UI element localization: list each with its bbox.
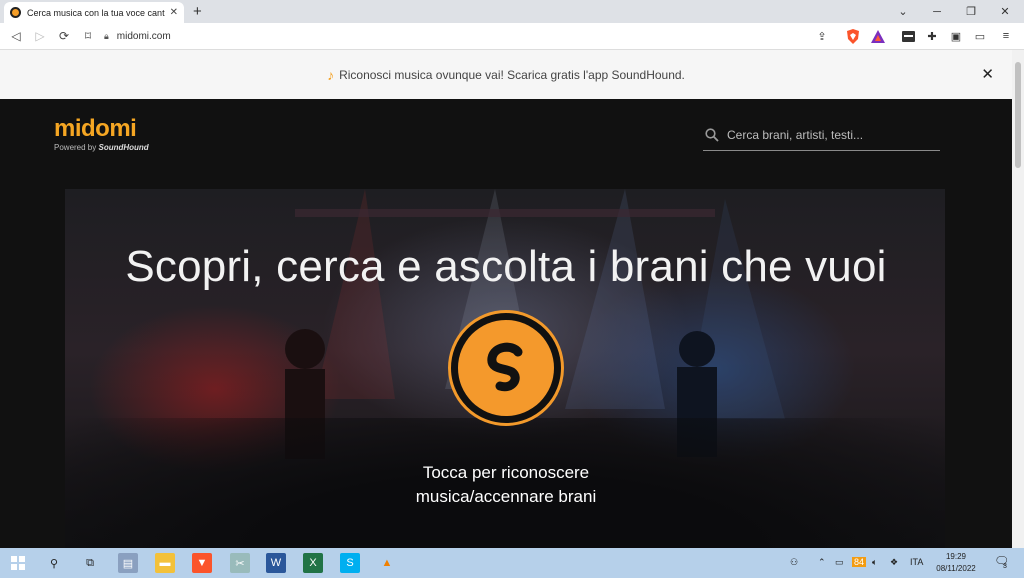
- minimize-button[interactable]: ─: [920, 0, 954, 23]
- new-tab-button[interactable]: +: [193, 3, 202, 20]
- volume-icon[interactable]: 🔈︎: [872, 557, 877, 568]
- soundhound-favicon-icon: [10, 7, 21, 18]
- powered-by: Powered by SoundHound: [54, 143, 149, 152]
- tab-bar: Cerca musica con la tua voce cant ✕ + ⌄ …: [0, 0, 1024, 23]
- start-windows-icon[interactable]: [8, 553, 28, 573]
- banner-close-icon[interactable]: ✕: [981, 65, 994, 83]
- task-view-icon[interactable]: ⧉: [80, 553, 100, 573]
- wallet-icon[interactable]: ▭: [972, 28, 988, 44]
- network-icon[interactable]: ▭: [835, 557, 844, 568]
- notepad-app-icon[interactable]: ▤: [118, 553, 138, 573]
- address-bar[interactable]: 🔒︎ midomi.com: [104, 26, 834, 47]
- clock-time: 19:29: [945, 552, 967, 561]
- menu-icon[interactable]: ≡: [998, 28, 1014, 44]
- windows-taskbar: ⚲ ⧉ ▤ ▬ ▼ ✂ W X S ▲ ⚇ ⌃ ▭ 84 🔈︎ ❖ ITA 19…: [0, 548, 1024, 578]
- search-icon: [705, 127, 719, 142]
- tap-instruction-line2: musica/accennare brani: [415, 487, 597, 506]
- scrollbar-thumb[interactable]: [1015, 62, 1021, 168]
- snipping-tool-icon[interactable]: ✂: [230, 553, 250, 573]
- extensions-puzzle-icon[interactable]: ✚: [924, 28, 940, 44]
- music-note-icon: ♪: [327, 66, 335, 83]
- brave-shield-icon[interactable]: [845, 28, 861, 44]
- powered-by-prefix: Powered by: [54, 143, 97, 152]
- clock-date: 08/11/2022: [936, 564, 976, 573]
- extension-icon[interactable]: [900, 28, 916, 44]
- bookmark-icon[interactable]: ⌑: [79, 27, 97, 45]
- page-scrollbar[interactable]: [1012, 50, 1024, 548]
- midomi-page: midomi Powered by SoundHound Scopri, cer…: [0, 99, 1012, 548]
- notification-count: 3: [1003, 563, 1007, 570]
- tap-instruction-line1: Tocca per riconoscere: [422, 463, 590, 482]
- powered-by-brand: SoundHound: [98, 143, 149, 152]
- page-headline: Scopri, cerca e ascolta i brani che vuoi: [125, 242, 887, 291]
- excel-app-icon[interactable]: X: [303, 553, 323, 573]
- people-icon[interactable]: ⚇: [790, 557, 798, 568]
- system-clock[interactable]: 19:29 08/11/2022: [932, 551, 980, 575]
- restore-button[interactable]: ❐: [954, 0, 988, 23]
- dropbox-icon[interactable]: ❖: [890, 557, 898, 568]
- listen-button[interactable]: [448, 310, 564, 426]
- tab-title: Cerca musica con la tua voce cant: [27, 7, 165, 18]
- brave-browser-icon[interactable]: ▼: [192, 553, 212, 573]
- tab-search-chevron-icon[interactable]: ⌄: [886, 0, 920, 23]
- midomi-logo[interactable]: midomi Powered by SoundHound: [54, 115, 149, 153]
- vlc-app-icon[interactable]: ▲: [377, 553, 397, 573]
- banner-text[interactable]: Riconosci musica ovunque vai! Scarica gr…: [339, 68, 685, 82]
- file-explorer-icon[interactable]: ▬: [155, 553, 175, 573]
- url-text: midomi.com: [116, 31, 171, 42]
- language-indicator[interactable]: ITA: [910, 557, 923, 567]
- show-hidden-icons-chevron-icon[interactable]: ⌃: [818, 557, 826, 568]
- sidebar-icon[interactable]: ▣: [948, 28, 964, 44]
- tray-badge[interactable]: 84: [852, 557, 867, 567]
- search-input[interactable]: [727, 127, 927, 142]
- app-banner: ♪ Riconosci musica ovunque vai! Scarica …: [0, 50, 1012, 99]
- address-toolbar: ◁ ▷ ⟳ ⌑ 🔒︎ midomi.com ⇪ ✚ ▣ ▭ ≡: [0, 23, 1024, 50]
- lock-icon: 🔒︎: [104, 31, 109, 41]
- share-icon[interactable]: ⇪: [814, 28, 830, 44]
- search-box[interactable]: [703, 119, 940, 151]
- soundhound-logo-icon: [458, 320, 554, 416]
- close-window-button[interactable]: ✕: [988, 0, 1022, 23]
- logo-text: midomi: [54, 115, 137, 142]
- search-taskbar-icon[interactable]: ⚲: [44, 553, 64, 573]
- crowd-silhouette: [65, 418, 945, 548]
- back-button[interactable]: ◁: [7, 27, 25, 45]
- skype-app-icon[interactable]: S: [340, 553, 360, 573]
- forward-button[interactable]: ▷: [31, 27, 49, 45]
- word-app-icon[interactable]: W: [266, 553, 286, 573]
- close-tab-icon[interactable]: ✕: [170, 7, 178, 18]
- brave-rewards-icon[interactable]: [870, 28, 886, 44]
- browser-tab[interactable]: Cerca musica con la tua voce cant ✕: [4, 2, 184, 23]
- reload-button[interactable]: ⟳: [55, 27, 73, 45]
